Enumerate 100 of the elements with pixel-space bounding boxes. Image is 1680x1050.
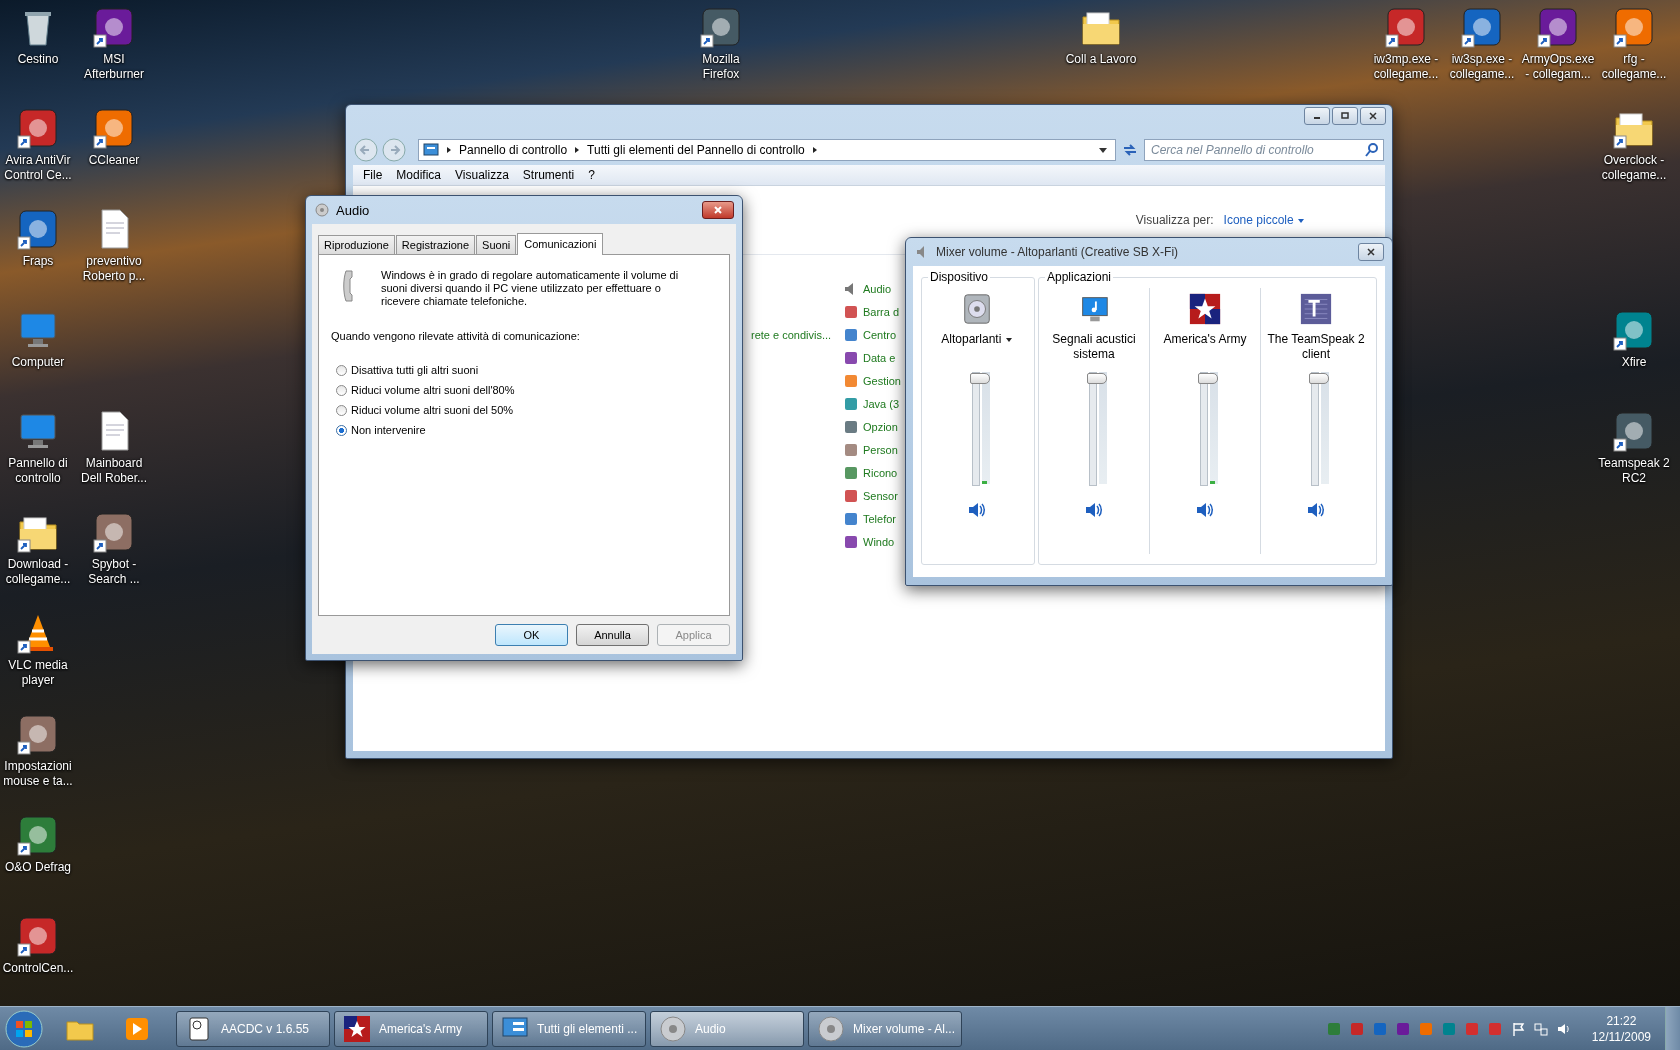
- control-panel-icon: [423, 142, 439, 158]
- star-flag-icon: [1188, 292, 1222, 326]
- applet-tile-icon: [843, 442, 859, 458]
- control-panel-item[interactable]: Data e: [863, 352, 896, 364]
- desktop-icon-label: Avira AntiVir Control Ce...: [3, 153, 73, 183]
- control-panel-item[interactable]: Opzion: [863, 421, 898, 433]
- radio-option[interactable]: Disattiva tutti gli altri suoni: [336, 364, 479, 376]
- desktop-icon-label: Computer: [10, 355, 66, 370]
- applet-tile-icon: [843, 350, 859, 366]
- control-panel-item[interactable]: Sensor: [863, 490, 898, 502]
- control-panel-item[interactable]: Ricono: [863, 467, 898, 479]
- caret-icon: [1004, 335, 1013, 344]
- control-panel-item[interactable]: Centro: [863, 329, 897, 341]
- desktop-icon-label: Overclock - collegame...: [1600, 153, 1668, 183]
- desktop-icon-label: Spybot - Search ...: [87, 557, 141, 587]
- view-by-dropdown[interactable]: Icone piccole: [1223, 213, 1305, 227]
- menu-item[interactable]: Visualizza: [455, 168, 509, 182]
- taskbar-button[interactable]: AACDC v 1.6.55: [176, 1010, 330, 1047]
- breadcrumb-item[interactable]: Tutti gli elementi del Pannello di controllo: [587, 143, 805, 157]
- group-label: Applicazioni: [1046, 270, 1113, 284]
- channel-name: Segnali acustici sistema: [1051, 332, 1137, 363]
- minimize-button[interactable]: [1304, 107, 1330, 125]
- radio-option[interactable]: Riduci volume altri suoni dell'80%: [336, 384, 515, 396]
- chevron-icon[interactable]: [445, 146, 453, 154]
- app-icon[interactable]: [16, 106, 60, 150]
- applet-tile-icon: [843, 327, 859, 343]
- applet-tile-icon: [843, 488, 859, 504]
- speaker-icon: [817, 1014, 845, 1043]
- speaker-button[interactable]: [1084, 500, 1104, 520]
- search-icon: [1364, 142, 1380, 158]
- volume-slider-thumb[interactable]: [970, 373, 990, 384]
- tab[interactable]: Suoni: [476, 235, 517, 254]
- control-panel-item[interactable]: Java (3: [863, 398, 900, 410]
- chevron-icon[interactable]: [810, 146, 819, 154]
- applet-tile-icon: [843, 511, 859, 527]
- menu-item[interactable]: File: [363, 168, 383, 182]
- menu-item[interactable]: Strumenti: [522, 168, 575, 182]
- menu-item[interactable]: Modifica: [396, 168, 442, 182]
- address-bar[interactable]: Pannello di controllo Tutti gli elementi del Pannello di controllo: [418, 139, 1116, 161]
- desktop-icon-label: Teamspeak 2 RC2: [1597, 456, 1671, 486]
- close-icon: [713, 205, 723, 215]
- speaker-button[interactable]: [967, 500, 987, 520]
- taskbar-button[interactable]: Tutti gli elementi ...: [492, 1010, 646, 1047]
- taskbar-button[interactable]: Mixer volume - Al...: [808, 1010, 962, 1047]
- dialog-button[interactable]: Annulla: [576, 624, 649, 646]
- app-icon[interactable]: [1612, 5, 1656, 49]
- desktop-icon-label: Cestino: [16, 52, 60, 67]
- app-icon[interactable]: [699, 5, 743, 49]
- tab[interactable]: Comunicazioni: [517, 233, 604, 255]
- radio-option[interactable]: Non intervenire: [336, 424, 426, 436]
- speaker-button[interactable]: [1306, 500, 1326, 520]
- control-panel-item[interactable]: Barra d: [863, 306, 900, 318]
- app-icon[interactable]: [1460, 5, 1504, 49]
- control-panel-item[interactable]: Audio: [863, 283, 892, 295]
- close-button[interactable]: [1360, 107, 1386, 125]
- close-icon: [1368, 111, 1378, 121]
- control-panel-item[interactable]: Gestion: [863, 375, 901, 387]
- app-icon[interactable]: [1384, 5, 1428, 49]
- app-icon[interactable]: [1536, 5, 1580, 49]
- desktop-icon-label: VLC media player: [7, 658, 69, 688]
- dialog-button[interactable]: OK: [495, 624, 568, 646]
- channel-name: The TeamSpeak 2 client: [1266, 332, 1366, 363]
- tab[interactable]: Riproduzione: [318, 235, 395, 254]
- control-panel-item[interactable]: Person: [863, 444, 898, 456]
- app-icon[interactable]: [16, 207, 60, 251]
- tab[interactable]: Registrazione: [395, 235, 476, 254]
- device-dropdown[interactable]: Altoparlanti: [941, 332, 1013, 364]
- desktop-icon-label: Download - collegame...: [4, 557, 72, 587]
- desktop-icon-label: CCleaner: [87, 153, 141, 168]
- group-label: Dispositivo: [929, 270, 990, 284]
- clock-time[interactable]: 21:22: [1606, 1012, 1637, 1029]
- channel-name: America's Army: [1163, 332, 1247, 348]
- search-field[interactable]: Cerca nel Pannello di controllo: [1144, 139, 1384, 161]
- window-title: Audio: [336, 202, 370, 218]
- maximize-button[interactable]: [1332, 107, 1358, 125]
- taskbar-button[interactable]: America's Army: [334, 1010, 488, 1047]
- app-icon[interactable]: [16, 914, 60, 958]
- desktop-icon-label: Coll a Lavoro: [1064, 52, 1138, 67]
- app-icon[interactable]: [92, 5, 136, 49]
- close-button[interactable]: [1358, 243, 1384, 261]
- network-icon[interactable]: [1532, 1020, 1549, 1037]
- volume-slider-thumb[interactable]: [1087, 373, 1107, 384]
- volume-slider-thumb[interactable]: [1309, 373, 1329, 384]
- clock-date[interactable]: 12/11/2009: [1591, 1028, 1651, 1045]
- star-flag-icon: [343, 1014, 371, 1043]
- control-panel-item[interactable]: Telefor: [863, 513, 897, 525]
- app-icon[interactable]: [92, 106, 136, 150]
- applet-tile-icon: [843, 465, 859, 481]
- radio-option[interactable]: Riduci volume altri suoni del 50%: [336, 404, 514, 416]
- control-panel-item[interactable]: Windo: [863, 536, 895, 548]
- volume-slider-thumb[interactable]: [1198, 373, 1218, 384]
- control-panel-item[interactable]: rete e condivis...: [751, 329, 843, 550]
- breadcrumb-item[interactable]: Pannello di controllo: [459, 143, 568, 157]
- close-button[interactable]: [702, 201, 734, 219]
- speaker-button[interactable]: [1195, 500, 1215, 520]
- desktop-icon-label: Xfire: [1620, 355, 1648, 370]
- menu-item[interactable]: ?: [588, 168, 595, 182]
- desktop-icon-label: rfg - collegame...: [1600, 52, 1668, 82]
- desktop-icon-label: Mozilla Firefox: [701, 52, 741, 82]
- start-button[interactable]: [4, 1008, 44, 1049]
